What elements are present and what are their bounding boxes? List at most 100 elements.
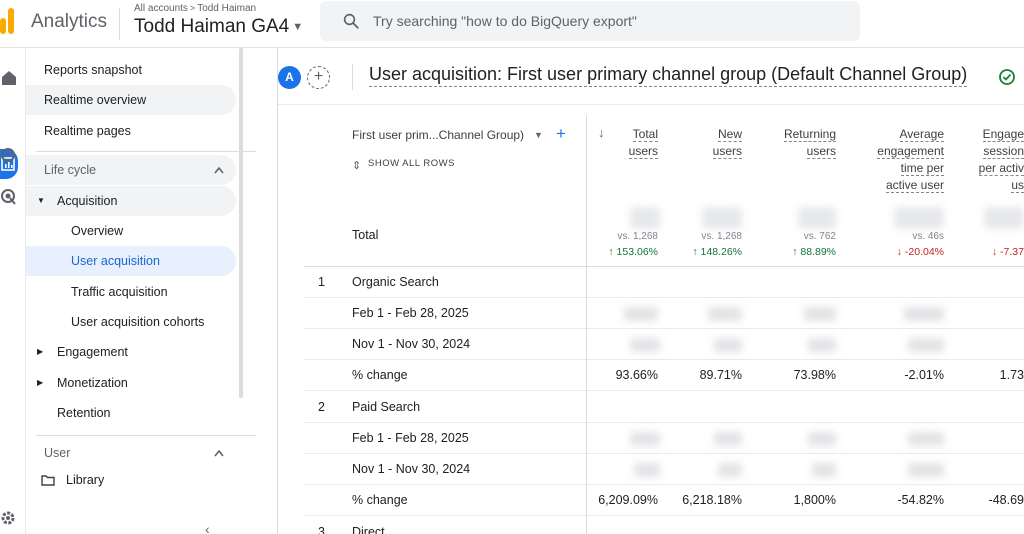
column-header-text: Returning [783, 127, 836, 142]
property-selector[interactable]: Todd Haiman GA4 ▼ [134, 16, 303, 38]
table-row[interactable]: Feb 1 - Feb 28, 2025 [304, 423, 1024, 454]
sort-descending-icon[interactable]: ↓ [598, 125, 605, 140]
change-value: 89.71% [699, 368, 742, 382]
column-header-text: session [983, 144, 1024, 159]
sidebar-item-label: Library [66, 473, 105, 487]
table-row[interactable]: 1 Organic Search [304, 267, 1024, 298]
change-value: -2.01% [904, 368, 944, 382]
caret-down-icon[interactable]: ▼ [534, 130, 543, 140]
add-comparison-button[interactable]: + [307, 66, 330, 89]
table-row[interactable]: Nov 1 - Nov 30, 2024 [304, 454, 1024, 485]
add-dimension-button[interactable]: + [556, 124, 566, 144]
redacted-value [630, 338, 660, 352]
explore-icon[interactable] [0, 144, 18, 166]
redacted-value [634, 463, 660, 477]
row-date-range: Feb 1 - Feb 28, 2025 [352, 306, 469, 320]
breadcrumb[interactable]: All accounts > Todd Haiman [134, 3, 256, 14]
sidebar-item-user-acquisition[interactable]: User acquisition [26, 246, 236, 276]
comparison-avatar[interactable]: A [278, 66, 301, 89]
column-header-avg-engagement-time[interactable]: Average engagement time per active user [877, 126, 944, 194]
sidebar-item-label: Retention [57, 406, 111, 420]
row-dimension: Direct [352, 525, 385, 534]
table-row[interactable]: % change 93.66% 89.71% 73.98% -2.01% 1.7… [304, 360, 1024, 391]
divider [586, 115, 587, 534]
divider [36, 435, 256, 436]
change-value: 73.98% [793, 368, 836, 382]
sidebar-item-retention[interactable]: Retention [26, 398, 236, 428]
settings-gear-icon[interactable] [0, 506, 18, 528]
table-row[interactable]: Nov 1 - Nov 30, 2024 [304, 329, 1024, 360]
redacted-value [714, 338, 742, 352]
change-value: 1,800% [793, 493, 836, 507]
column-header-total-users[interactable]: Total users [628, 126, 658, 160]
collapse-sidebar-chevron-icon[interactable]: ‹ [205, 521, 210, 534]
divider [277, 48, 278, 534]
comparison-value: vs. 762 [803, 231, 836, 242]
redacted-value [894, 207, 944, 229]
column-header-text: New [717, 127, 742, 142]
sidebar-item-user-acquisition-cohorts[interactable]: User acquisition cohorts [26, 307, 236, 337]
expand-rows-icon: ⇕ [352, 160, 362, 172]
table-row[interactable]: 3 Direct [304, 517, 1024, 534]
search-bar[interactable]: Try searching "how to do BigQuery export… [320, 1, 860, 41]
home-icon[interactable] [0, 66, 18, 88]
breadcrumb-all-accounts[interactable]: All accounts [134, 3, 188, 14]
sidebar-item-realtime-overview[interactable]: Realtime overview [26, 85, 236, 115]
breadcrumb-account[interactable]: Todd Haiman [197, 3, 256, 14]
column-header-text: Total [632, 127, 658, 142]
section-lifecycle[interactable]: Life cycle [26, 155, 236, 185]
total-change-value: ↑ 88.89% [792, 246, 836, 258]
row-date-range: Nov 1 - Nov 30, 2024 [352, 337, 471, 351]
sidebar-item-overview[interactable]: Overview [26, 216, 236, 246]
section-user[interactable]: User [26, 438, 236, 468]
table-row[interactable]: % change 6,209.09% 6,218.18% 1,800% -54.… [304, 485, 1024, 516]
search-icon [343, 13, 359, 29]
change-value: 6,218.18% [682, 493, 742, 507]
sidebar-item-acquisition[interactable]: ▼ Acquisition [26, 186, 236, 216]
brand-name: Analytics [31, 11, 108, 32]
check-circle-icon[interactable] [996, 66, 1018, 88]
dimension-header[interactable]: First user prim...Channel Group) [352, 128, 524, 142]
page-title[interactable]: User acquisition: First user primary cha… [369, 64, 968, 87]
column-header-text: users [806, 144, 836, 159]
caret-down-icon: ▼ [292, 20, 304, 33]
sidebar-item-reports-snapshot[interactable]: Reports snapshot [26, 55, 236, 85]
redacted-value [908, 338, 944, 352]
show-all-rows-button[interactable]: SHOW ALL ROWS [368, 158, 455, 169]
column-header-new-users[interactable]: New users [712, 126, 742, 160]
sidebar-item-engagement[interactable]: ▶ Engagement [26, 337, 236, 367]
change-value: 6,209.09% [598, 493, 658, 507]
column-header-engaged-sessions[interactable]: Engage session per activ us [978, 126, 1024, 194]
column-header-text: per activ [978, 161, 1024, 176]
redacted-value [904, 307, 944, 321]
redacted-value [808, 338, 836, 352]
table-row[interactable]: 2 Paid Search [304, 392, 1024, 423]
sidebar-item-monetization[interactable]: ▶ Monetization [26, 368, 236, 398]
column-header-returning-users[interactable]: Returning users [783, 126, 836, 160]
table-row[interactable]: Feb 1 - Feb 28, 2025 [304, 298, 1024, 329]
advertising-icon[interactable] [0, 185, 18, 207]
sidebar-item-realtime-pages[interactable]: Realtime pages [26, 116, 236, 146]
chevron-right-icon: > [189, 3, 196, 13]
column-header-text: us [1011, 178, 1024, 193]
redacted-value [630, 207, 660, 229]
analytics-logo-icon[interactable] [0, 8, 14, 34]
redacted-value [708, 307, 742, 321]
sidebar-item-traffic-acquisition[interactable]: Traffic acquisition [26, 277, 236, 307]
row-change-label: % change [352, 493, 408, 507]
search-input[interactable]: Try searching "how to do BigQuery export… [373, 13, 637, 29]
sidebar-item-label: Reports snapshot [44, 63, 142, 77]
sidebar-item-library[interactable]: Library [26, 465, 236, 495]
column-header-text: users [628, 144, 658, 159]
row-dimension: Paid Search [352, 400, 421, 414]
sidebar: Reports snapshot Realtime overview Realt… [26, 48, 256, 534]
sidebar-item-label: Acquisition [57, 194, 118, 208]
divider [36, 151, 256, 152]
sidebar-scrollbar[interactable] [239, 48, 243, 398]
sidebar-item-label: Realtime overview [44, 93, 147, 107]
change-value: 93.66% [615, 368, 658, 382]
comparison-value: vs. 46s [912, 231, 944, 242]
column-header-text: users [712, 144, 742, 159]
total-row-label: Total [352, 228, 379, 242]
redacted-value [908, 432, 944, 446]
